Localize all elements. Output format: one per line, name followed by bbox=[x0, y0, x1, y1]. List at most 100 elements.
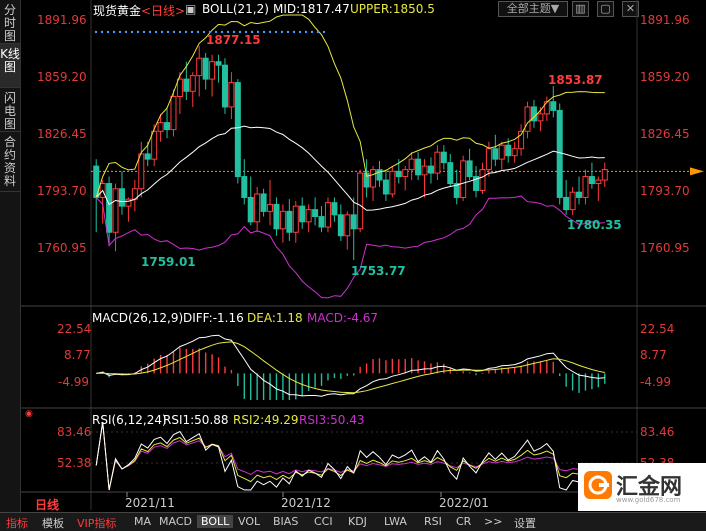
candle-body bbox=[601, 169, 608, 181]
candle-body bbox=[402, 169, 409, 178]
annot-low-2: 1753.77 bbox=[351, 264, 406, 278]
rsi-axis-left-1: 52.38 bbox=[57, 456, 92, 470]
boll-dot-marker bbox=[148, 30, 152, 34]
tab-vol[interactable]: VOL bbox=[238, 515, 260, 528]
date-label-1: 2021/12 bbox=[281, 496, 331, 510]
tab-lwa[interactable]: LWA bbox=[384, 515, 407, 528]
tab-bias[interactable]: BIAS bbox=[273, 515, 298, 528]
candle-body bbox=[170, 96, 177, 131]
rsi-panel-icon[interactable]: ◉ bbox=[25, 409, 33, 419]
candle-body bbox=[241, 176, 248, 198]
boll-dot-marker bbox=[142, 30, 146, 34]
tab-indicator[interactable]: 指标 bbox=[6, 515, 28, 531]
rsi-axis-left-0: 83.46 bbox=[57, 425, 92, 439]
tab-more[interactable]: >> bbox=[484, 515, 502, 528]
candle-body bbox=[260, 193, 267, 212]
candle-body bbox=[357, 172, 364, 230]
candle-body bbox=[511, 148, 518, 157]
boll-dot-marker bbox=[286, 30, 290, 34]
candle-body bbox=[318, 216, 325, 228]
candle-body bbox=[151, 130, 158, 160]
boll-dot-marker bbox=[94, 30, 98, 34]
candle-body bbox=[460, 160, 467, 198]
candle-body bbox=[196, 57, 203, 77]
candle-body bbox=[183, 78, 190, 92]
candle-body bbox=[312, 209, 319, 218]
candle-body bbox=[344, 214, 351, 237]
candle-body bbox=[395, 170, 402, 178]
tab-settings[interactable]: 设置 bbox=[514, 515, 536, 531]
candle-body bbox=[331, 202, 338, 216]
candle-body bbox=[292, 205, 299, 233]
candle-body bbox=[189, 75, 196, 92]
tab-cci[interactable]: CCI bbox=[314, 515, 333, 528]
candle-body bbox=[550, 101, 557, 111]
candle-body bbox=[176, 78, 183, 98]
tab-rsi[interactable]: RSI bbox=[424, 515, 442, 528]
macd-axis-left-1: 8.77 bbox=[64, 348, 91, 362]
candle-body bbox=[228, 82, 235, 108]
candle-body bbox=[466, 160, 473, 178]
candle-body bbox=[138, 153, 145, 190]
candle-body bbox=[440, 151, 447, 164]
candle-body bbox=[157, 122, 164, 132]
candle-body bbox=[576, 191, 583, 198]
boll-dot-marker bbox=[160, 30, 164, 34]
logo-url: www.gold678.com bbox=[616, 496, 681, 504]
boll-dot-marker bbox=[118, 30, 122, 34]
candle-body bbox=[305, 209, 312, 223]
boll-dot-marker bbox=[178, 30, 182, 34]
macd-value: MACD:-4.67 bbox=[307, 311, 379, 325]
boll-dot-marker bbox=[280, 30, 284, 34]
candle-body bbox=[247, 196, 254, 223]
annot-low-3: 1780.35 bbox=[567, 218, 622, 232]
boll-dot-marker bbox=[172, 30, 176, 34]
candle-body bbox=[485, 148, 492, 171]
candle-body bbox=[299, 205, 306, 223]
candle-body bbox=[350, 214, 357, 230]
tab-template[interactable]: 模板 bbox=[42, 515, 64, 531]
period-tag: 日线 bbox=[35, 498, 60, 512]
candle-body bbox=[286, 210, 293, 233]
boll-lower-line bbox=[95, 195, 605, 299]
candle-body bbox=[382, 179, 389, 195]
candle-body bbox=[112, 188, 119, 233]
tab-vip[interactable]: VIP指标 bbox=[77, 515, 116, 531]
annot-high-2: 1853.87 bbox=[548, 73, 603, 87]
candle-body bbox=[569, 191, 576, 211]
boll-dot-marker bbox=[262, 30, 266, 34]
tab-boll[interactable]: BOLL bbox=[197, 515, 234, 528]
tab-kdj[interactable]: KDJ bbox=[348, 515, 367, 528]
boll-dot-marker bbox=[154, 30, 158, 34]
macd-axis-right-1: 8.77 bbox=[640, 348, 667, 362]
candle-body bbox=[563, 196, 570, 211]
candle-body bbox=[505, 144, 512, 157]
candle-body bbox=[370, 169, 377, 188]
boll-dot-marker bbox=[202, 30, 206, 34]
boll-dot-marker bbox=[322, 30, 326, 34]
boll-dot-marker bbox=[292, 30, 296, 34]
boll-dot-marker bbox=[196, 30, 200, 34]
tab-macd[interactable]: MACD bbox=[159, 515, 192, 528]
boll-dot-marker bbox=[268, 30, 272, 34]
annot-low-1: 1759.01 bbox=[141, 255, 196, 269]
candle-body bbox=[595, 179, 602, 185]
candle-body bbox=[273, 203, 280, 230]
candle-body bbox=[202, 57, 209, 80]
macd-axis-left-2: -4.99 bbox=[58, 375, 90, 389]
boll-dot-marker bbox=[106, 30, 110, 34]
boll-dot-marker bbox=[310, 30, 314, 34]
boll-dot-marker bbox=[190, 30, 194, 34]
candle-body bbox=[254, 193, 261, 223]
macd-axis-right-0: 22.54 bbox=[640, 322, 675, 336]
tab-cr[interactable]: CR bbox=[456, 515, 471, 528]
boll-dot-marker bbox=[184, 30, 188, 34]
candle-body bbox=[479, 169, 486, 191]
annot-high-1: 1877.15 bbox=[206, 33, 261, 47]
candle-body bbox=[427, 165, 434, 174]
rsi-axis-right-0: 83.46 bbox=[640, 425, 675, 439]
candle-body bbox=[537, 113, 544, 122]
candle-body bbox=[588, 176, 595, 185]
boll-dot-marker bbox=[100, 30, 104, 34]
tab-ma[interactable]: MA bbox=[134, 515, 151, 528]
